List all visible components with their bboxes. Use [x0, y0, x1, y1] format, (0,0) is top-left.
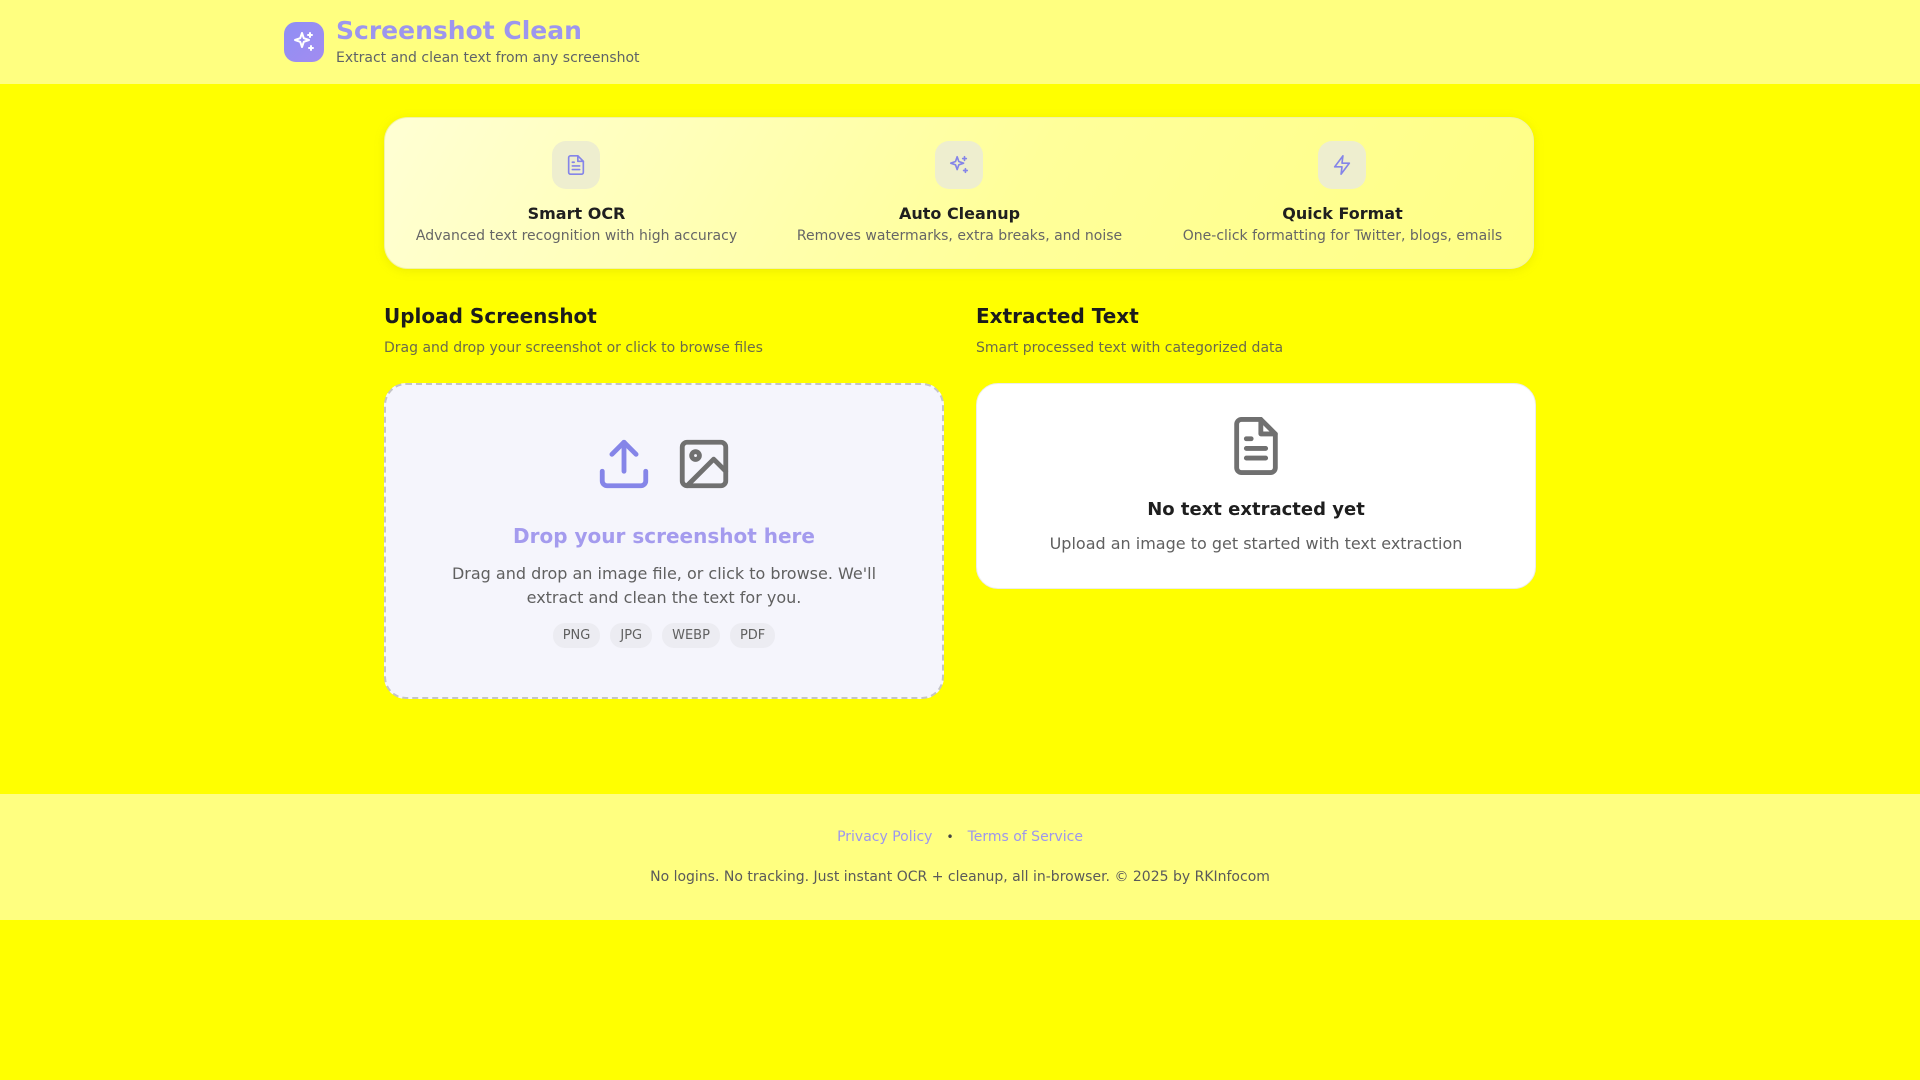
feature-title: Quick Format	[1282, 204, 1403, 223]
feature-icon-wrap	[552, 141, 600, 189]
document-icon	[567, 155, 585, 175]
extracted-section-title: Extracted Text	[976, 304, 1139, 328]
feature-description: One-click formatting for Twitter, blogs,…	[1182, 228, 1503, 244]
empty-state-description: Upload an image to get started with text…	[1049, 534, 1463, 553]
upload-section-subtitle: Drag and drop your screenshot or click t…	[384, 340, 763, 356]
sparkles-icon	[294, 32, 314, 51]
footer: Privacy Policy • Terms of Service No log…	[0, 794, 1920, 920]
feature-icon-wrap	[1318, 141, 1366, 189]
feature-description: Advanced text recognition with high accu…	[415, 228, 738, 244]
empty-state-icon-wrap	[977, 414, 1535, 478]
feature-auto-cleanup: Auto Cleanup Removes watermarks, extra b…	[768, 118, 1151, 270]
privacy-policy-link[interactable]: Privacy Policy	[837, 829, 932, 845]
header: Screenshot Clean Extract and clean text …	[0, 0, 1920, 84]
feature-title: Auto Cleanup	[898, 204, 1021, 223]
dropzone-description: Drag and drop an image file, or click to…	[451, 564, 877, 607]
footer-note: No logins. No tracking. Just instant OCR…	[650, 869, 1270, 885]
app-subtitle: Extract and clean text from any screensh…	[336, 50, 640, 66]
format-badges: PNG JPG WEBP PDF	[386, 623, 942, 648]
lightning-icon	[1333, 155, 1351, 175]
extracted-section-subtitle: Smart processed text with categorized da…	[976, 340, 1284, 356]
extracted-text-panel: No text extracted yet Upload an image to…	[976, 383, 1536, 589]
format-badge-png: PNG	[552, 623, 601, 648]
dropzone-title: Drop your screenshot here	[513, 524, 815, 548]
feature-icon-wrap	[935, 141, 983, 189]
feature-quick-format: Quick Format One-click formatting for Tw…	[1151, 118, 1534, 270]
footer-links: Privacy Policy • Terms of Service	[0, 829, 1920, 845]
footer-separator: •	[946, 830, 954, 844]
app-title: Screenshot Clean	[336, 16, 582, 45]
empty-state-title: No text extracted yet	[1147, 499, 1365, 520]
format-badge-pdf: PDF	[729, 623, 776, 648]
feature-title: Smart OCR	[527, 204, 626, 223]
sparkles-icon	[949, 155, 969, 174]
feature-smart-ocr: Smart OCR Advanced text recognition with…	[385, 118, 768, 270]
image-icon	[679, 439, 729, 489]
logo[interactable]	[284, 22, 324, 62]
terms-of-service-link[interactable]: Terms of Service	[968, 829, 1083, 845]
upload-section-title: Upload Screenshot	[384, 304, 597, 328]
features-panel: Smart OCR Advanced text recognition with…	[384, 117, 1534, 269]
upload-icon	[599, 439, 649, 489]
upload-dropzone[interactable]: Drop your screenshot here Drag and drop …	[384, 383, 944, 699]
format-badge-webp: WEBP	[662, 623, 720, 648]
dropzone-icons	[386, 435, 942, 493]
format-badge-jpg: JPG	[610, 623, 653, 648]
document-icon	[1234, 416, 1278, 475]
feature-description: Removes watermarks, extra breaks, and no…	[796, 228, 1123, 244]
